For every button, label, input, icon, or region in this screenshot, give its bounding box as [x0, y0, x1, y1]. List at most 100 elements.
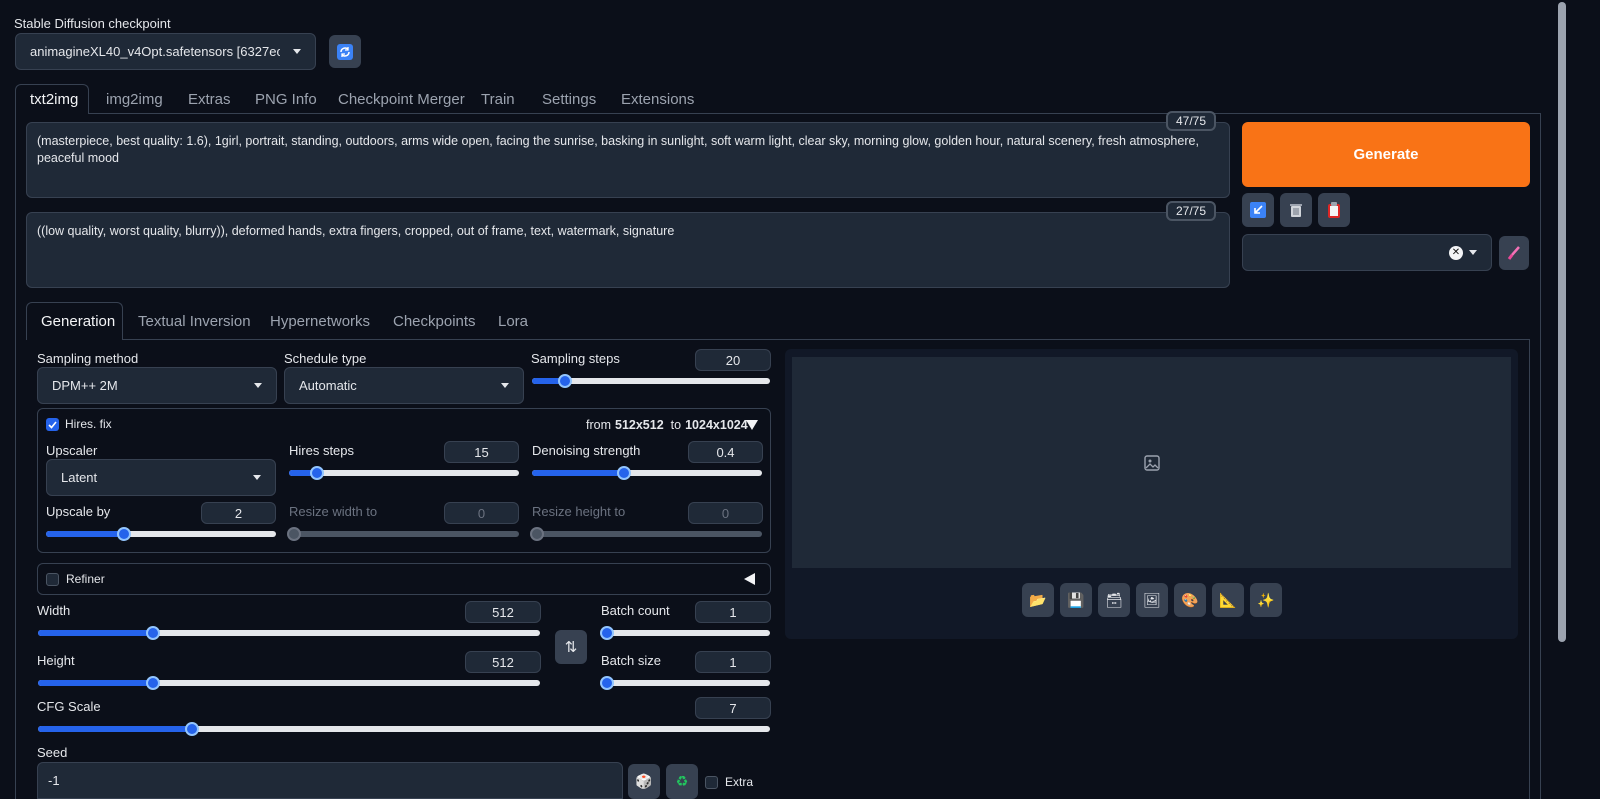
- generate-button[interactable]: Generate: [1242, 122, 1530, 187]
- tab-checkpoints[interactable]: Checkpoints: [393, 313, 476, 330]
- refresh-icon: [337, 43, 353, 60]
- sampling-steps-input[interactable]: 20: [695, 349, 771, 371]
- sampling-steps-slider[interactable]: [532, 374, 770, 388]
- tab-generation[interactable]: Generation: [41, 313, 115, 330]
- check-icon: [48, 420, 57, 429]
- denoising-strength-slider[interactable]: [532, 466, 762, 480]
- read-generation-params-button[interactable]: [1242, 193, 1274, 227]
- batch-size-input[interactable]: 1: [695, 651, 771, 673]
- zip-button[interactable]: 🗃: [1098, 583, 1130, 617]
- width-label: Width: [37, 603, 71, 618]
- tab-checkpoint-merger[interactable]: Checkpoint Merger: [338, 91, 465, 108]
- batch-count-label: Batch count: [601, 603, 670, 618]
- tab-png-info[interactable]: PNG Info: [255, 91, 317, 108]
- width-slider[interactable]: [38, 626, 540, 640]
- tab-hypernetworks[interactable]: Hypernetworks: [270, 313, 370, 330]
- tab-settings[interactable]: Settings: [542, 91, 596, 108]
- refiner-checkbox[interactable]: [46, 572, 59, 586]
- save-button[interactable]: 💾: [1060, 583, 1092, 617]
- checkpoint-label: Stable Diffusion checkpoint: [14, 16, 171, 31]
- refresh-checkpoint-button[interactable]: [329, 35, 361, 68]
- hires-size-summary: from 512x512 to 1024x1024: [586, 418, 748, 432]
- tab-lora[interactable]: Lora: [498, 313, 528, 330]
- cfg-scale-slider[interactable]: [38, 722, 770, 736]
- send-to-extras-button[interactable]: 📐: [1212, 583, 1244, 617]
- denoising-strength-input[interactable]: 0.4: [688, 441, 763, 463]
- refiner-label: Refiner: [66, 572, 105, 586]
- slider-thumb[interactable]: [146, 626, 161, 640]
- prompt-token-counter: 47/75: [1166, 111, 1216, 131]
- tab-extensions[interactable]: Extensions: [621, 91, 694, 108]
- schedule-type-dropdown[interactable]: Automatic: [284, 367, 524, 404]
- cfg-scale-label: CFG Scale: [37, 699, 101, 714]
- chevron-down-icon: [253, 475, 261, 480]
- schedule-type-label: Schedule type: [284, 351, 367, 366]
- upscale-by-slider[interactable]: [46, 527, 276, 541]
- upscaler-dropdown[interactable]: Latent: [46, 459, 276, 496]
- tab-train[interactable]: Train: [481, 91, 515, 108]
- upscale-button[interactable]: ✨: [1250, 583, 1282, 617]
- send-to-inpaint-button[interactable]: 🎨: [1174, 583, 1206, 617]
- tab-textual-inversion[interactable]: Textual Inversion: [138, 313, 251, 330]
- slider-thumb[interactable]: [558, 374, 573, 388]
- slider-thumb[interactable]: [184, 722, 199, 736]
- height-input[interactable]: 512: [465, 651, 541, 673]
- resize-width-slider[interactable]: [286, 527, 519, 541]
- scrollbar-thumb[interactable]: [1558, 2, 1566, 642]
- negative-prompt-text: ((low quality, worst quality, blurry)), …: [37, 224, 675, 238]
- sparkles-icon: ✨: [1257, 591, 1275, 608]
- upscale-by-input[interactable]: 2: [201, 502, 276, 524]
- slider-thumb[interactable]: [286, 527, 301, 541]
- upscale-by-label: Upscale by: [46, 504, 111, 519]
- reuse-seed-button[interactable]: ♻: [666, 764, 698, 799]
- collapse-triangle-icon[interactable]: [746, 420, 758, 430]
- width-input[interactable]: 512: [465, 601, 541, 623]
- hires-steps-input[interactable]: 15: [444, 441, 519, 463]
- clear-prompt-button[interactable]: [1280, 193, 1312, 227]
- height-slider[interactable]: [38, 676, 540, 690]
- prompt-textarea[interactable]: (masterpiece, best quality: 1.6), 1girl,…: [26, 122, 1230, 198]
- chevron-down-icon: [254, 383, 262, 388]
- hires-steps-slider[interactable]: [289, 466, 519, 480]
- send-to-img2img-button[interactable]: 🖼: [1136, 583, 1168, 617]
- styles-dropdown[interactable]: ✕: [1242, 234, 1492, 271]
- resize-width-input[interactable]: 0: [444, 502, 519, 524]
- resize-height-input[interactable]: 0: [688, 502, 763, 524]
- batch-count-slider[interactable]: [600, 626, 770, 640]
- prompt-text: (masterpiece, best quality: 1.6), 1girl,…: [37, 134, 1199, 165]
- slider-thumb[interactable]: [529, 527, 544, 541]
- random-seed-button[interactable]: 🎲: [628, 764, 660, 799]
- refiner-panel[interactable]: [37, 563, 771, 595]
- sampling-method-dropdown[interactable]: DPM++ 2M: [37, 367, 277, 404]
- arrow-down-left-icon: [1250, 202, 1266, 218]
- seed-input[interactable]: -1: [37, 762, 623, 799]
- clipboard-icon: [1328, 202, 1340, 218]
- slider-thumb[interactable]: [617, 466, 631, 480]
- cfg-scale-input[interactable]: 7: [695, 697, 771, 719]
- slider-thumb[interactable]: [600, 676, 615, 690]
- swap-dimensions-button[interactable]: ⇅: [555, 630, 587, 664]
- negative-prompt-textarea[interactable]: ((low quality, worst quality, blurry)), …: [26, 212, 1230, 288]
- extra-seed-checkbox[interactable]: [705, 775, 718, 789]
- expand-triangle-icon[interactable]: [744, 573, 755, 585]
- edit-styles-button[interactable]: [1499, 236, 1529, 270]
- sampling-steps-label: Sampling steps: [531, 351, 620, 366]
- slider-thumb[interactable]: [146, 676, 161, 690]
- tab-extras[interactable]: Extras: [188, 91, 231, 108]
- hires-fix-checkbox[interactable]: [46, 417, 59, 431]
- palette-icon: 🎨: [1181, 591, 1199, 608]
- checkpoint-dropdown[interactable]: animagineXL40_v4Opt.safetensors [6327eca…: [15, 33, 316, 70]
- paste-styles-button[interactable]: [1318, 193, 1350, 227]
- clear-icon[interactable]: ✕: [1449, 245, 1463, 260]
- resize-height-slider[interactable]: [529, 527, 762, 541]
- schedule-type-value: Automatic: [299, 378, 357, 393]
- image-placeholder-icon: [1143, 454, 1160, 471]
- batch-size-slider[interactable]: [600, 676, 770, 690]
- dice-icon: 🎲: [635, 773, 653, 789]
- slider-thumb[interactable]: [309, 466, 324, 480]
- tab-img2img[interactable]: img2img: [106, 91, 163, 108]
- open-folder-button[interactable]: 📂: [1022, 583, 1054, 617]
- tab-txt2img[interactable]: txt2img: [30, 91, 78, 108]
- batch-count-input[interactable]: 1: [695, 601, 771, 623]
- slider-thumb[interactable]: [600, 626, 615, 640]
